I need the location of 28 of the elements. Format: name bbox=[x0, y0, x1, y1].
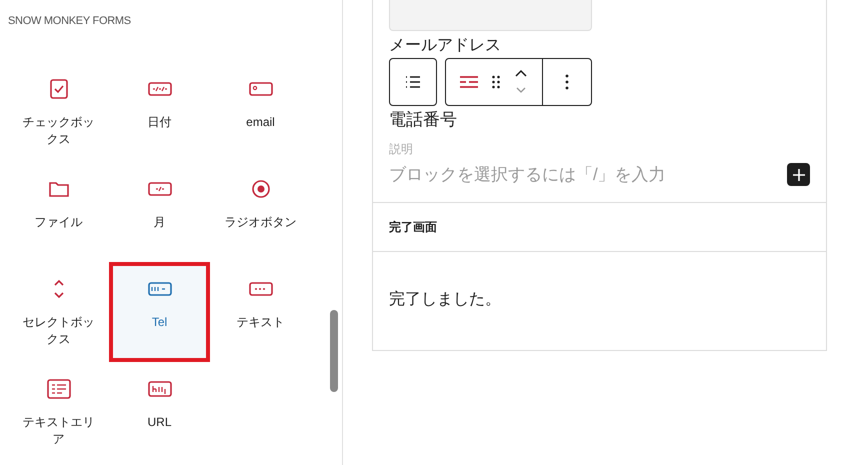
move-up-down-icon[interactable] bbox=[514, 69, 528, 95]
list-icon bbox=[405, 75, 421, 89]
block-item[interactable]: セレクトボックス bbox=[8, 262, 109, 362]
drag-handle-icon[interactable] bbox=[492, 75, 500, 89]
more-options-icon[interactable] bbox=[565, 74, 569, 90]
block-item[interactable]: URL bbox=[109, 362, 210, 462]
block-item[interactable]: email bbox=[210, 62, 311, 162]
block-type-icon[interactable] bbox=[460, 75, 478, 89]
block-item[interactable]: 日付 bbox=[109, 62, 210, 162]
plus-icon bbox=[792, 168, 804, 181]
textarea-icon bbox=[46, 378, 70, 400]
description-label: 説明 bbox=[389, 141, 414, 158]
block-item[interactable]: テキストエリア bbox=[8, 362, 109, 462]
category-heading: SNOW MONKEY FORMS bbox=[8, 14, 132, 29]
block-item[interactable]: テキスト bbox=[210, 262, 311, 362]
block-item[interactable]: 月 bbox=[109, 162, 210, 262]
block-item[interactable]: ファイル bbox=[8, 162, 109, 262]
add-block-button[interactable] bbox=[787, 163, 810, 186]
scrollbar-thumb[interactable] bbox=[330, 310, 338, 392]
block-item[interactable]: ラジオボタン bbox=[210, 162, 311, 262]
block-item[interactable]: チェックボックス bbox=[8, 62, 109, 162]
completion-message: 完了しました。 bbox=[389, 290, 502, 310]
block-item[interactable]: Tel bbox=[109, 262, 210, 362]
field-label: 電話番号 bbox=[389, 109, 457, 131]
list-view-button[interactable] bbox=[389, 58, 437, 106]
field-label: メールアドレス bbox=[389, 37, 501, 54]
input-field[interactable] bbox=[389, 0, 592, 31]
section-heading: 完了画面 bbox=[389, 218, 438, 236]
